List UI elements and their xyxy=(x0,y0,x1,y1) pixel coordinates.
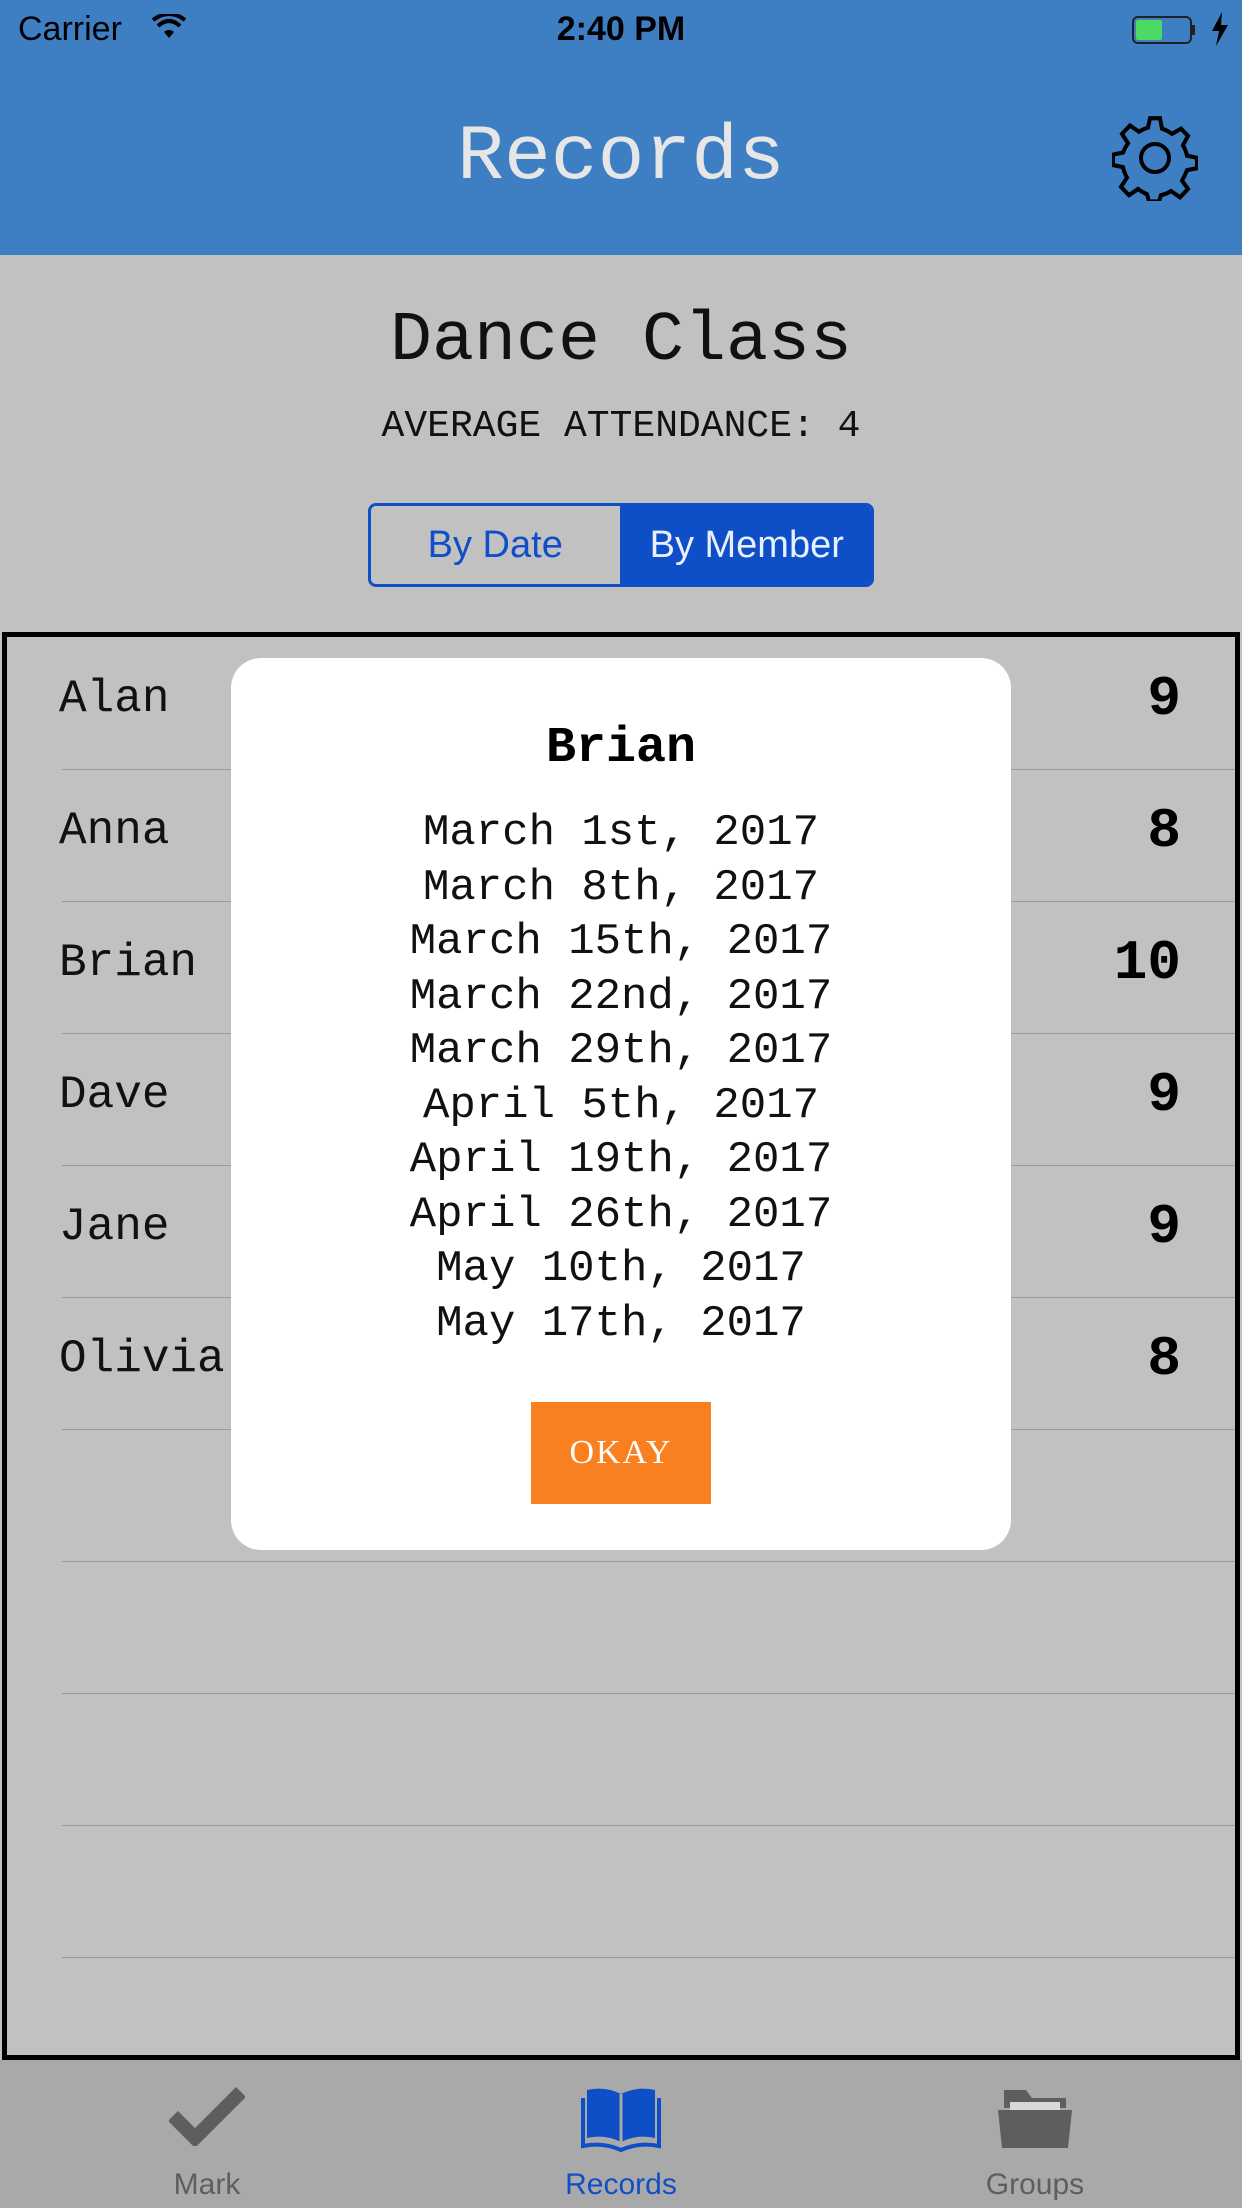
attendance-count: 9 xyxy=(1147,1195,1181,1259)
checkmark-icon xyxy=(169,2087,245,2146)
date-item: March 15th, 2017 xyxy=(409,917,833,967)
date-item: May 17th, 2017 xyxy=(436,1298,806,1349)
date-item: March 8th, 2017 xyxy=(422,862,820,913)
battery-icon xyxy=(1132,16,1195,44)
book-icon xyxy=(581,2088,661,2153)
attendance-count: 8 xyxy=(1147,1327,1181,1391)
average-attendance-label: AVERAGE ATTENDANCE: xyxy=(381,405,815,448)
member-name: Anna xyxy=(59,805,170,857)
clock: 2:40 PM xyxy=(556,10,686,48)
group-title: Dance Class xyxy=(389,302,853,381)
gear-icon[interactable] xyxy=(1112,115,1198,201)
date-item: April 26th, 2017 xyxy=(409,1189,833,1240)
member-name: Olivia xyxy=(59,1333,225,1385)
attendance-count: 10 xyxy=(1113,931,1181,995)
view-mode-segmented-control: By Date By Member xyxy=(368,503,874,587)
dialog-title: Brian xyxy=(545,720,697,777)
empty-row xyxy=(62,1693,1235,1826)
tab-records[interactable]: Records xyxy=(414,2060,828,2208)
date-item: March 1st, 2017 xyxy=(422,808,820,858)
nav-bar: Records xyxy=(0,60,1242,255)
member-dates-dialog: Brian March 1st, 2017 March 8th, 2017 Ma… xyxy=(231,658,1011,1550)
member-name: Alan xyxy=(59,673,170,725)
tab-label: Mark xyxy=(173,2168,241,2201)
attendance-count: 8 xyxy=(1147,799,1181,863)
member-name: Dave xyxy=(59,1069,170,1121)
date-item: April 19th, 2017 xyxy=(409,1135,833,1185)
empty-row xyxy=(62,1561,1235,1694)
tab-label: Records xyxy=(565,2168,677,2201)
tab-label: Groups xyxy=(985,2168,1085,2201)
status-bar: Carrier 2:40 PM xyxy=(0,0,1242,60)
attendance-count: 9 xyxy=(1147,1063,1181,1127)
date-item: April 5th, 2017 xyxy=(422,1080,820,1131)
average-attendance-value: 4 xyxy=(837,405,861,448)
date-item: March 29th, 2017 xyxy=(409,1026,833,1076)
page-title: Records xyxy=(457,114,785,202)
date-item: May 10th, 2017 xyxy=(436,1244,806,1294)
empty-row xyxy=(62,1825,1235,1958)
attendance-dates-list: March 1st, 2017 March 8th, 2017 March 15… xyxy=(231,806,1011,1351)
average-attendance: AVERAGE ATTENDANCE: 4 xyxy=(0,405,1242,448)
member-name: Brian xyxy=(59,937,198,989)
tab-bar: Mark Records Groups xyxy=(0,2060,1242,2208)
tab-mark[interactable]: Mark xyxy=(0,2060,414,2208)
attendance-count: 9 xyxy=(1147,667,1181,731)
okay-button[interactable]: OKAY xyxy=(531,1402,711,1504)
charging-icon xyxy=(1212,12,1228,46)
tab-groups[interactable]: Groups xyxy=(828,2060,1242,2208)
segment-by-member[interactable]: By Member xyxy=(622,506,871,584)
member-name: Jane xyxy=(59,1201,170,1253)
date-item: March 22nd, 2017 xyxy=(409,971,833,1022)
folder-icon xyxy=(998,2090,1072,2148)
segment-by-date[interactable]: By Date xyxy=(371,506,623,584)
